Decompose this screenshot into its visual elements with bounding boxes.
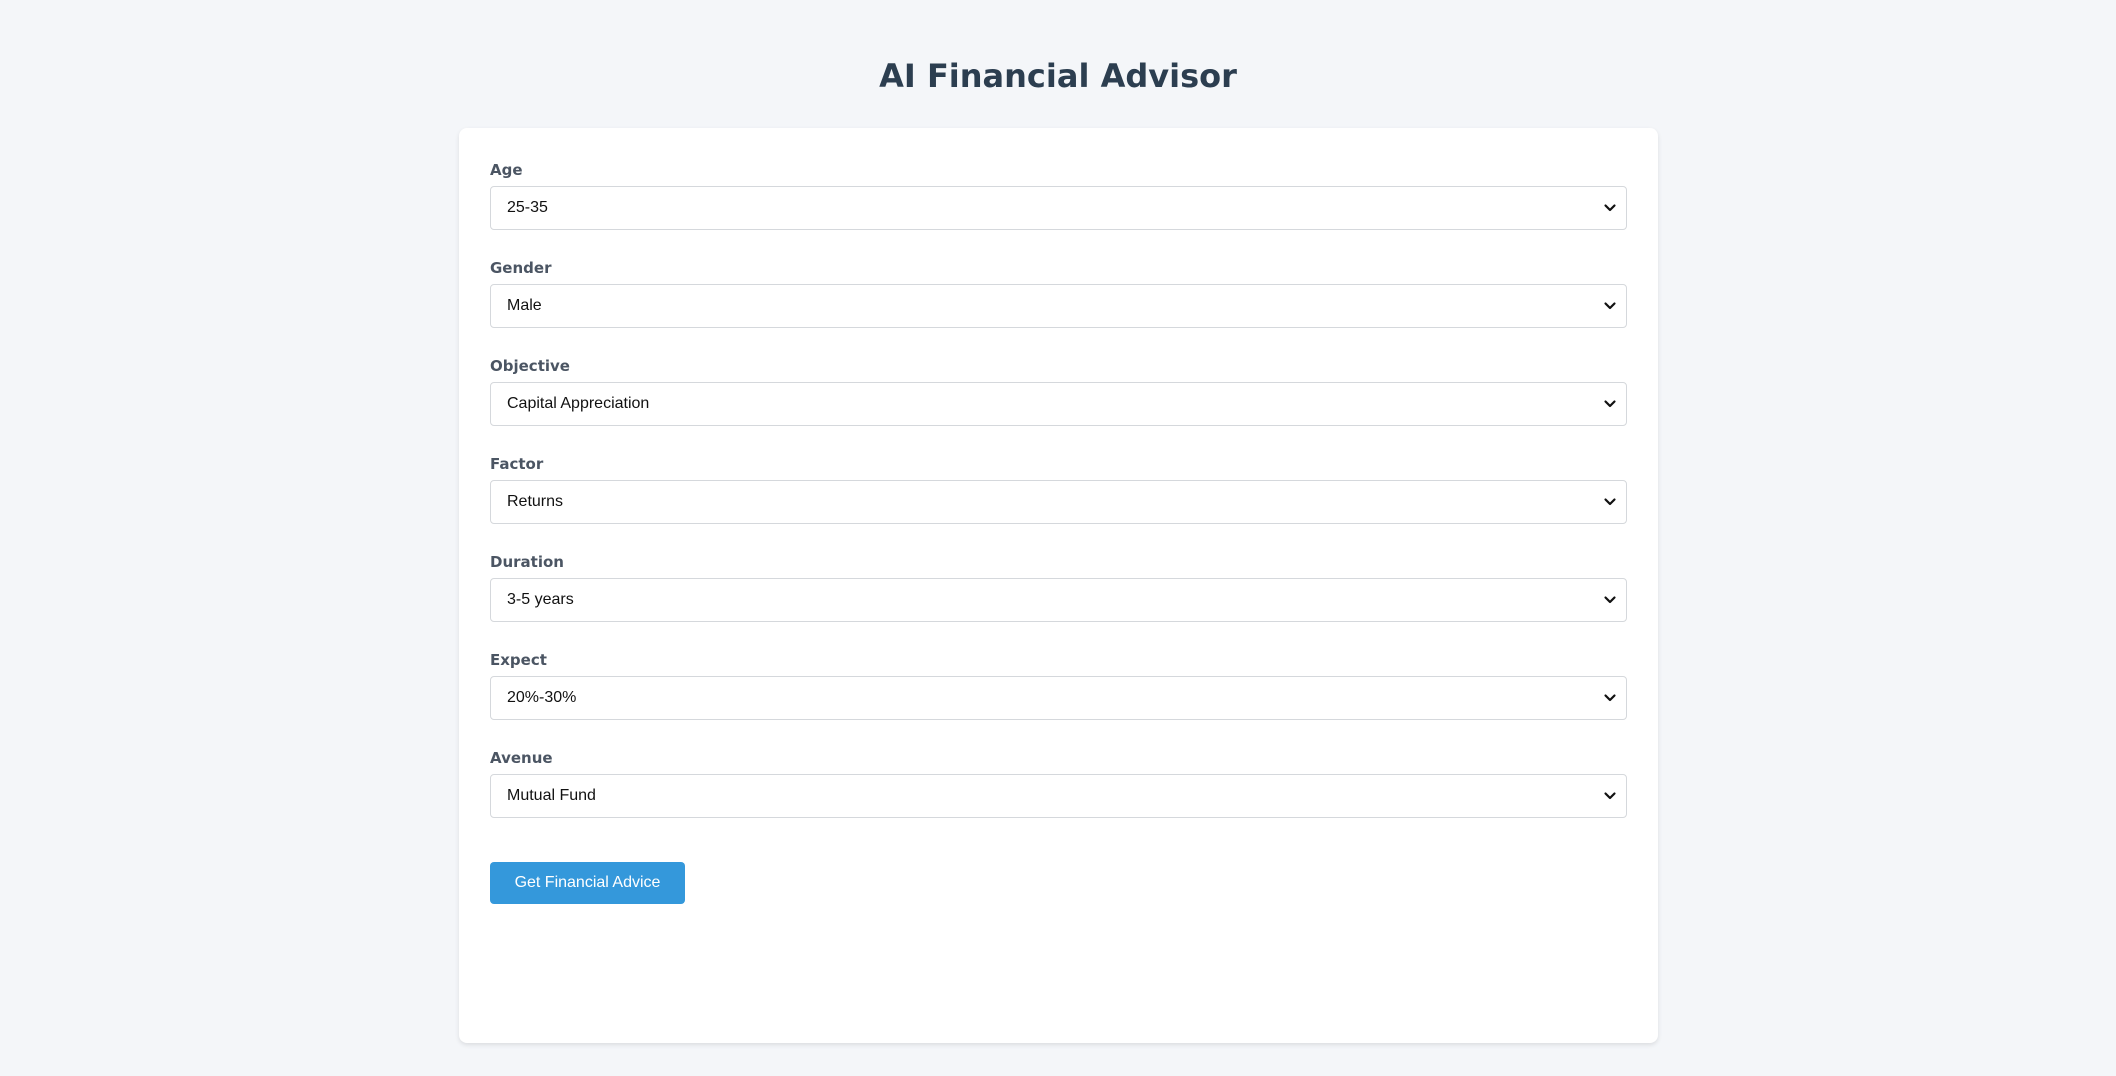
- chevron-down-icon: [1604, 204, 1616, 212]
- duration-label: Duration: [490, 553, 564, 571]
- gender-field: Gender Male: [490, 258, 1627, 356]
- avenue-select[interactable]: Mutual Fund: [490, 774, 1627, 818]
- chevron-down-icon: [1604, 400, 1616, 408]
- gender-select[interactable]: Male: [490, 284, 1627, 328]
- objective-select[interactable]: Capital Appreciation: [490, 382, 1627, 426]
- expect-select[interactable]: 20%-30%: [490, 676, 1627, 720]
- age-label: Age: [490, 161, 523, 179]
- duration-select-value: 3-5 years: [507, 591, 574, 608]
- avenue-label: Avenue: [490, 749, 553, 767]
- get-financial-advice-button[interactable]: Get Financial Advice: [490, 862, 685, 904]
- factor-field: Factor Returns: [490, 454, 1627, 552]
- factor-label: Factor: [490, 455, 544, 473]
- gender-label: Gender: [490, 259, 552, 277]
- chevron-down-icon: [1604, 302, 1616, 310]
- chevron-down-icon: [1604, 498, 1616, 506]
- duration-select[interactable]: 3-5 years: [490, 578, 1627, 622]
- chevron-down-icon: [1604, 792, 1616, 800]
- avenue-select-value: Mutual Fund: [507, 787, 596, 804]
- objective-field: Objective Capital Appreciation: [490, 356, 1627, 454]
- factor-select[interactable]: Returns: [490, 480, 1627, 524]
- age-select[interactable]: 25-35: [490, 186, 1627, 230]
- age-select-value: 25-35: [507, 199, 548, 216]
- objective-label: Objective: [490, 357, 570, 375]
- duration-field: Duration 3-5 years: [490, 552, 1627, 650]
- chevron-down-icon: [1604, 596, 1616, 604]
- advisor-form: Age 25-35 Gender Male Objective Capital …: [490, 160, 1627, 846]
- factor-select-value: Returns: [507, 493, 564, 510]
- objective-select-value: Capital Appreciation: [507, 395, 650, 412]
- age-field: Age 25-35: [490, 160, 1627, 258]
- avenue-field: Avenue Mutual Fund: [490, 748, 1627, 846]
- expect-select-value: 20%-30%: [507, 689, 577, 706]
- gender-select-value: Male: [507, 297, 542, 314]
- expect-field: Expect 20%-30%: [490, 650, 1627, 748]
- expect-label: Expect: [490, 651, 547, 669]
- chevron-down-icon: [1604, 694, 1616, 702]
- advisor-form-card: Age 25-35 Gender Male Objective Capital …: [459, 128, 1658, 1043]
- page-title: AI Financial Advisor: [879, 57, 1237, 95]
